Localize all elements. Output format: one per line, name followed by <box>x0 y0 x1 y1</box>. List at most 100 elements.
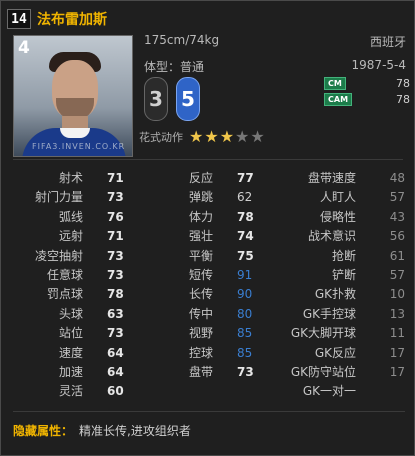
hidden-attributes-value: 精准长传,进攻组织者 <box>79 423 191 438</box>
hidden-attributes-label: 隐藏属性： <box>13 423 74 438</box>
stat-label: 盘带速度 <box>307 171 356 185</box>
stat-row: 加速 64 <box>13 363 133 382</box>
stat-label: 弹跳 <box>188 190 213 205</box>
stat-row: 远射 71 <box>13 227 133 246</box>
stat-label: 灵活 <box>58 384 83 399</box>
stat-row: 人盯人 57 <box>271 188 405 207</box>
stat-label: 战术意识 <box>307 229 356 244</box>
stat-row: 反应 77 <box>143 169 263 188</box>
stat-row: 射门力量 73 <box>13 188 133 207</box>
stat-value: 10 <box>389 287 405 302</box>
player-card: 14 法布雷加斯 4 FIFA3.INVEN.CO.KR 175cm/74kg … <box>0 0 415 456</box>
stat-value: 85 <box>237 326 253 341</box>
position-value: 78 <box>396 76 410 90</box>
stat-label: 平衡 <box>188 248 213 263</box>
stat-row: 罚点球 78 <box>13 285 133 304</box>
overall-rating: 4 <box>18 38 30 58</box>
star-filled-icon: ★ <box>189 127 204 146</box>
stat-row: 体力 78 <box>143 208 263 227</box>
stat-label: GK一对一 <box>302 384 356 399</box>
stat-label: 罚点球 <box>46 287 83 302</box>
stat-value: 85 <box>237 345 253 360</box>
stat-value: 76 <box>107 209 124 224</box>
stat-label: 弧线 <box>58 209 83 224</box>
right-foot-value: 5 <box>181 87 195 111</box>
stat-value: 13 <box>389 306 405 321</box>
stat-value: 17 <box>389 345 405 360</box>
stat-row: 速度 64 <box>13 344 133 363</box>
stats-grid: 射术 71 射门力量 73 弧线 76 远射 71 凌空抽射 73 任意球 73 罚点球 78 头球 63 站位… <box>13 169 405 403</box>
position-ratings: CM 78 CAM 78 <box>324 75 410 107</box>
skill-stars: ★ ★ ★ ★ ★ <box>189 127 266 146</box>
stat-label: 凌空抽射 <box>34 248 83 263</box>
stat-row: 射术 71 <box>13 169 133 188</box>
foot-ratings: 3 5 <box>144 77 208 121</box>
stat-label: GK防守站位 <box>290 364 356 379</box>
stat-row: GK一对一 <box>271 382 405 401</box>
position-row: CM 78 <box>324 75 410 91</box>
star-filled-icon: ★ <box>204 127 219 146</box>
stat-value: 43 <box>389 209 405 224</box>
stat-label: 短传 <box>188 267 213 282</box>
stat-value: 11 <box>389 326 405 341</box>
stat-value: 90 <box>237 287 253 302</box>
stat-value: 48 <box>389 171 405 185</box>
stat-row: 抢断 61 <box>271 247 405 266</box>
position-badge: CM <box>324 76 346 90</box>
watermark: FIFA3.INVEN.CO.KR <box>32 142 126 151</box>
stat-label: 加速 <box>58 364 83 379</box>
stat-label: GK大脚开球 <box>290 326 356 341</box>
stat-value: 71 <box>107 229 124 244</box>
stat-label: 侵略性 <box>319 209 356 224</box>
stat-row: 铲断 57 <box>271 266 405 285</box>
stat-label: 盘带 <box>188 364 213 379</box>
stat-value: 78 <box>107 287 124 302</box>
stat-label: 速度 <box>58 345 83 360</box>
stat-row: 盘带速度 48 <box>271 169 405 188</box>
stat-value: 75 <box>237 248 254 263</box>
player-photo: 4 FIFA3.INVEN.CO.KR <box>13 35 133 157</box>
stat-row: 头球 63 <box>13 305 133 324</box>
stat-row: 平衡 75 <box>143 247 263 266</box>
hidden-attributes: 隐藏属性： 精准长传,进攻组织者 <box>13 411 405 448</box>
season-icon: 14 <box>7 9 31 29</box>
stat-label: 远射 <box>58 229 83 244</box>
stat-value: 56 <box>389 229 405 244</box>
birth-date: 1987-5-4 <box>351 58 406 72</box>
stat-label: 人盯人 <box>319 190 356 205</box>
stat-row: GK手控球 13 <box>271 305 405 324</box>
stat-value: 57 <box>389 267 405 282</box>
star-empty-icon: ★ <box>250 127 265 146</box>
stat-value: 78 <box>237 209 254 224</box>
stat-row: GK扑救 10 <box>271 285 405 304</box>
stat-value: 73 <box>237 364 254 379</box>
stat-value: 73 <box>107 248 124 263</box>
stat-label: 视野 <box>188 326 213 341</box>
stat-label: 强壮 <box>188 229 213 244</box>
stat-label: 传中 <box>188 306 213 321</box>
stat-label: 反应 <box>188 171 213 185</box>
stat-value: 91 <box>237 267 253 282</box>
stat-row: 强壮 74 <box>143 227 263 246</box>
stat-row: 弹跳 62 <box>143 188 263 207</box>
stat-row: GK大脚开球 11 <box>271 324 405 343</box>
stat-row: GK防守站位 17 <box>271 363 405 382</box>
stat-label: 头球 <box>58 306 83 321</box>
star-empty-icon: ★ <box>235 127 250 146</box>
stat-label: 射术 <box>58 171 83 185</box>
nationality: 西班牙 <box>369 35 406 49</box>
stat-row: GK反应 17 <box>271 344 405 363</box>
right-foot-icon: 5 <box>176 77 200 121</box>
left-foot-value: 3 <box>149 87 163 111</box>
stat-value: 74 <box>237 229 254 244</box>
stat-label: GK扑救 <box>314 287 356 302</box>
skill-moves-label: 花式动作 <box>139 130 183 144</box>
stats-column-defense: 盘带速度 48 人盯人 57 侵略性 43 战术意识 56 抢断 61 铲断 57 GK扑救 10 GK手控… <box>271 169 405 402</box>
stat-row: 站位 73 <box>13 324 133 343</box>
stat-label: GK反应 <box>314 345 356 360</box>
stat-row: 短传 91 <box>143 266 263 285</box>
stat-value <box>385 382 405 401</box>
stat-value: 64 <box>107 364 124 379</box>
stat-label: 长传 <box>188 287 213 302</box>
stat-row: 长传 90 <box>143 285 263 304</box>
